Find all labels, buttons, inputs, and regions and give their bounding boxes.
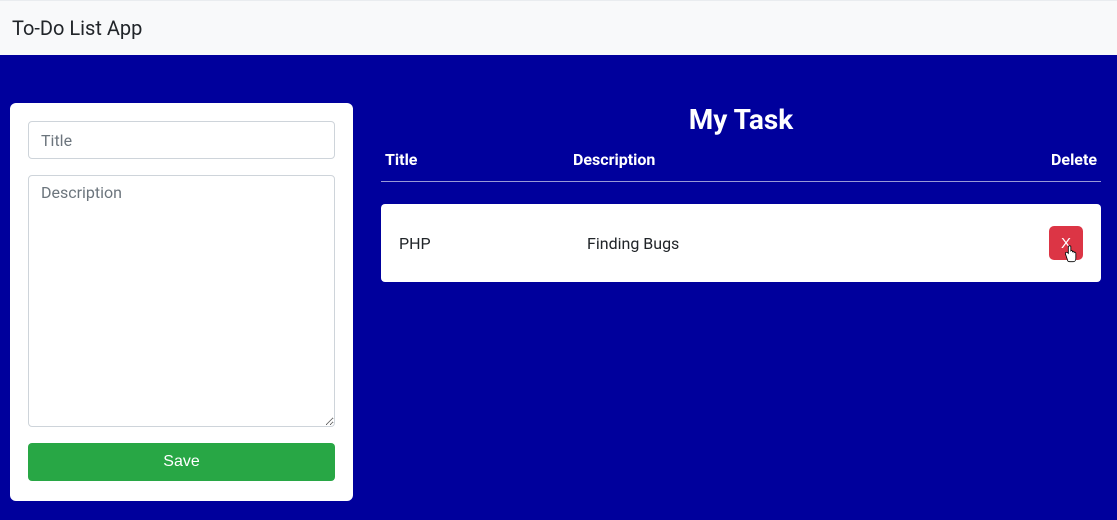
header-divider xyxy=(381,181,1101,182)
app-title: To-Do List App xyxy=(12,16,142,40)
task-header-row: Title Description Delete xyxy=(381,150,1101,181)
delete-button[interactable]: X xyxy=(1049,226,1083,260)
column-header-title: Title xyxy=(385,150,573,169)
task-delete-cell: X xyxy=(1023,226,1083,260)
description-input[interactable] xyxy=(28,175,335,427)
delete-button-label: X xyxy=(1061,235,1071,252)
task-description-cell: Finding Bugs xyxy=(587,234,1023,253)
task-form-card: Save xyxy=(10,103,353,501)
save-button[interactable]: Save xyxy=(28,443,335,481)
column-header-delete: Delete xyxy=(1037,150,1097,169)
task-title-cell: PHP xyxy=(399,234,587,253)
task-panel-heading: My Task xyxy=(381,103,1101,136)
task-panel: My Task Title Description Delete PHP Fin… xyxy=(381,103,1107,510)
main-content: Save My Task Title Description Delete PH… xyxy=(0,55,1117,520)
task-row: PHP Finding Bugs X xyxy=(381,204,1101,282)
column-header-description: Description xyxy=(573,150,1037,169)
app-header: To-Do List App xyxy=(0,0,1117,55)
title-input[interactable] xyxy=(28,121,335,159)
